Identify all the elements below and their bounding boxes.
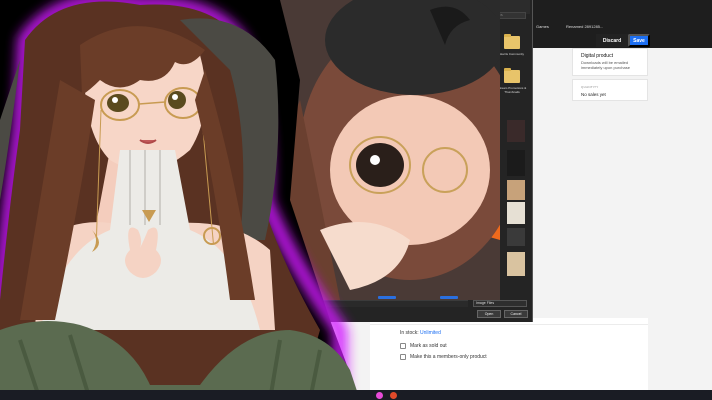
members-only-label: Make this a members-only product (410, 354, 487, 360)
thumbnail[interactable] (507, 228, 525, 246)
folder-icon[interactable] (504, 34, 520, 49)
save-button[interactable]: Save (628, 34, 650, 47)
sales-card: QUANTITY No sales yet (572, 79, 648, 101)
browser-icon[interactable] (390, 392, 397, 399)
sales-status: No sales yet (581, 92, 606, 97)
media-player-icon[interactable] (376, 392, 383, 399)
members-only-checkbox[interactable] (400, 354, 406, 360)
cancel-button[interactable]: Cancel (504, 310, 528, 318)
thumbnail[interactable] (507, 150, 525, 176)
breadcrumb-games[interactable]: Games (536, 24, 549, 29)
stock-value-link[interactable]: Unlimited (420, 330, 441, 336)
sales-caption: QUANTITY (581, 85, 599, 89)
sold-out-checkbox[interactable] (400, 343, 406, 349)
stock-status: In stock: Unlimited (400, 330, 441, 336)
thumbnail[interactable] (507, 252, 525, 276)
digital-product-description: Downloads will be emailed immediately up… (581, 60, 630, 70)
form-divider (370, 324, 648, 325)
thumbnail[interactable] (507, 180, 525, 200)
folder-icon[interactable] (504, 68, 520, 83)
thumbnail[interactable] (507, 202, 525, 224)
open-button[interactable]: Open (477, 310, 501, 318)
thumbnail-strip[interactable] (507, 120, 525, 290)
digital-product-title: Digital product (581, 53, 613, 59)
folder-label-harris: Harris Community (499, 52, 524, 56)
folder-label-stream: Stream Promotions & Thumbnails (497, 86, 527, 94)
sold-out-label: Mark as sold out (410, 343, 447, 349)
breadcrumb-renamed[interactable]: Renamed 2891285... (566, 24, 603, 29)
members-only-row[interactable]: Make this a members-only product (400, 354, 487, 360)
vtuber-avatar-overlay (0, 0, 360, 400)
stock-label: In stock: (400, 330, 421, 336)
digital-product-card: Digital product Downloads will be emaile… (572, 48, 648, 76)
thumbnail[interactable] (507, 120, 525, 142)
sold-out-row[interactable]: Mark as sold out (400, 343, 447, 349)
focus-indicator (440, 296, 458, 299)
file-type-select[interactable]: Image Files (473, 300, 527, 307)
windows-taskbar (0, 390, 712, 400)
discard-button[interactable]: Discard (596, 34, 628, 47)
